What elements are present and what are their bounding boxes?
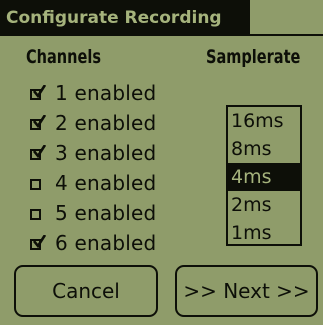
channel-5-checkbox[interactable] xyxy=(30,209,41,220)
title-divider xyxy=(0,34,323,36)
checkmark-icon xyxy=(33,145,46,158)
samplerate-option-2ms[interactable]: 2ms xyxy=(228,191,300,219)
samplerate-option-8ms[interactable]: 8ms xyxy=(228,135,300,163)
cancel-button[interactable]: Cancel xyxy=(14,265,158,317)
channel-2-label: 2 enabled xyxy=(55,111,157,135)
channel-4-option[interactable]: 4 enabled xyxy=(30,168,156,198)
next-button[interactable]: >> Next >> xyxy=(175,265,318,317)
channel-3-option[interactable]: 3 enabled xyxy=(30,138,156,168)
channel-3-checkbox[interactable] xyxy=(30,145,46,160)
channel-5-label: 5 enabled xyxy=(55,201,157,225)
channel-2-checkbox[interactable] xyxy=(30,115,46,130)
channel-5-option[interactable]: 5 enabled xyxy=(30,198,156,228)
channel-1-checkbox[interactable] xyxy=(30,85,46,100)
samplerate-listbox[interactable]: 16ms 8ms 4ms 2ms 1ms xyxy=(226,105,302,246)
channel-4-label: 4 enabled xyxy=(55,171,157,195)
samplerate-option-4ms[interactable]: 4ms xyxy=(228,163,300,191)
samplerate-heading: Samplerate xyxy=(206,46,301,68)
channel-3-label: 3 enabled xyxy=(55,141,157,165)
channel-4-checkbox[interactable] xyxy=(30,179,41,190)
channel-1-option[interactable]: 1 enabled xyxy=(30,78,156,108)
samplerate-option-16ms[interactable]: 16ms xyxy=(228,107,300,135)
channel-1-label: 1 enabled xyxy=(55,81,157,105)
channel-list: 1 enabled 2 enabled 3 enabled 4 enabled … xyxy=(30,78,156,258)
channels-heading: Channels xyxy=(26,46,101,68)
checkmark-icon xyxy=(33,115,46,128)
checkmark-icon xyxy=(33,85,46,98)
channel-6-checkbox[interactable] xyxy=(30,235,46,250)
channel-6-option[interactable]: 6 enabled xyxy=(30,228,156,258)
channel-6-label: 6 enabled xyxy=(55,231,157,255)
samplerate-option-1ms[interactable]: 1ms xyxy=(228,219,300,247)
window-title: Configurate Recording xyxy=(0,0,250,36)
checkmark-icon xyxy=(33,235,46,248)
channel-2-option[interactable]: 2 enabled xyxy=(30,108,156,138)
